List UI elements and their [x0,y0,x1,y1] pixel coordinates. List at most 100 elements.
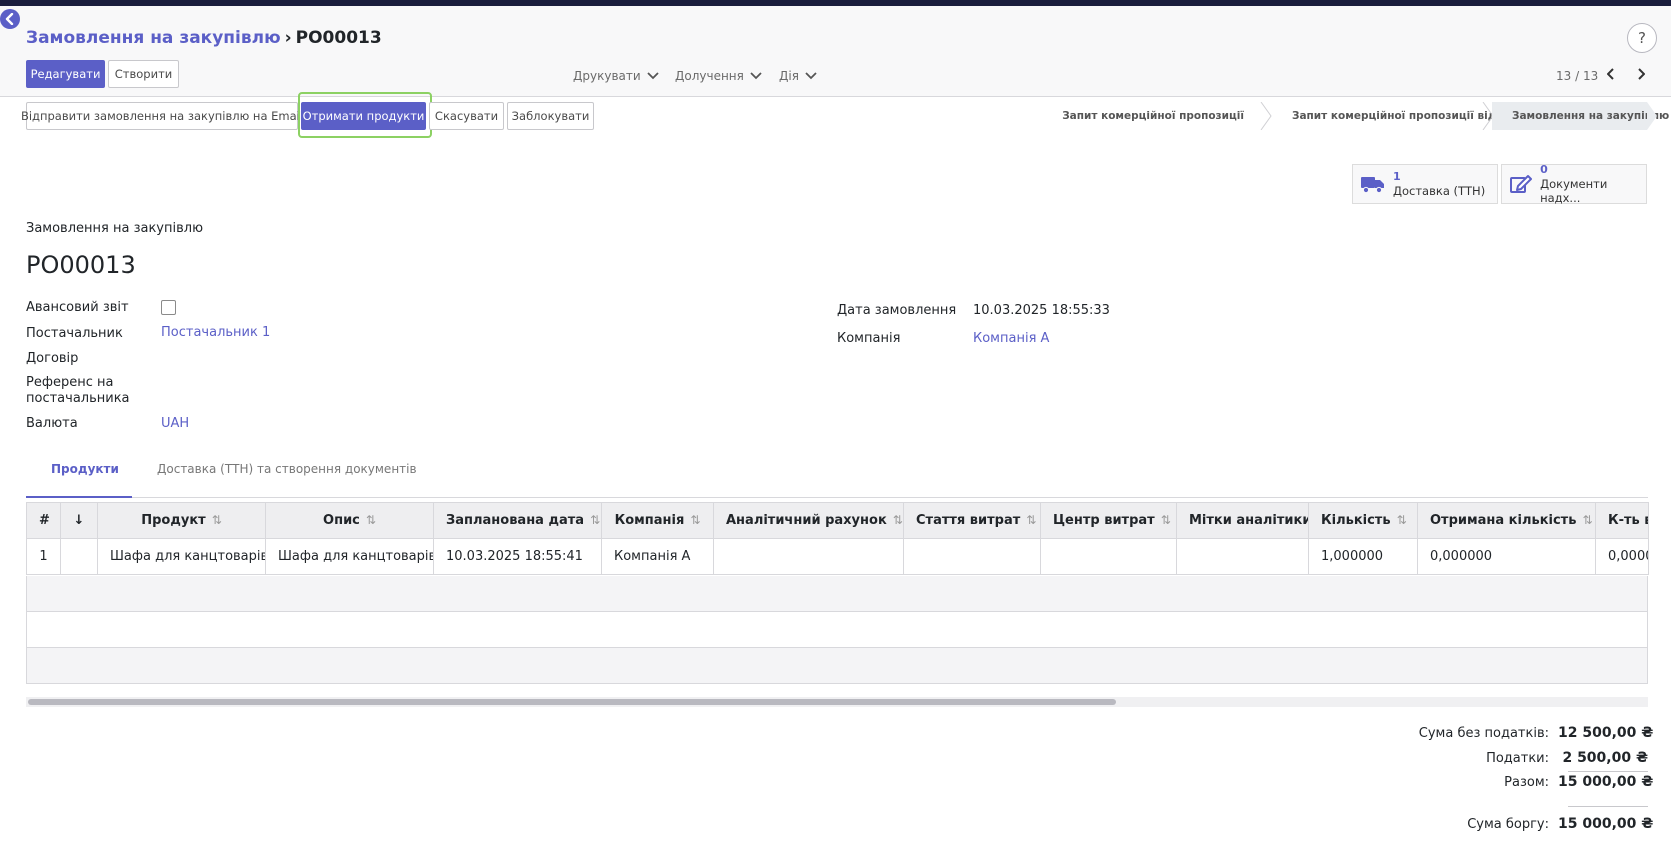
cell-quantity[interactable]: 1,000000 [1308,538,1418,575]
pager-previous-button[interactable] [1601,64,1621,84]
cell-company[interactable]: Компанія А [601,538,714,575]
cell-received-quantity[interactable]: 0,000000 [1417,538,1596,575]
column-header-company[interactable]: Компанія ⇅ [601,502,714,539]
stage-rfq-sent[interactable]: Запит комерційної пропозиції відправлено [1272,102,1554,130]
print-menu[interactable]: Друкувати [573,69,659,83]
attach-menu[interactable]: Долучення [675,69,762,83]
stage-separator-icon [1260,101,1272,131]
cancel-button[interactable]: Скасувати [429,102,504,130]
chevron-down-icon [647,72,659,80]
receipt-documents-count: 0 [1540,163,1548,176]
column-header-expense-item[interactable]: Стаття витрат ⇅ [903,502,1041,539]
send-email-button[interactable]: Відправити замовлення на закупівлю на Em… [21,102,303,130]
edit-icon [1502,174,1540,194]
sort-icon: ⇅ [1026,513,1037,527]
cell-number: 1 [26,538,61,575]
column-header-analytic-tags[interactable]: Мітки аналітики [1176,502,1309,539]
column-header-description[interactable]: Опис ⇅ [265,502,434,539]
order-lines-table: # ↓ Продукт ⇅ Опис ⇅ Запланована дата ⇅ Ком… [26,502,1649,575]
pager-next-button[interactable] [1631,64,1651,84]
sort-icon: ⇅ [590,513,601,527]
create-button[interactable]: Створити [108,60,179,88]
stage-purchase-order[interactable]: Замовлення на закупівлю [1492,102,1669,130]
vendor-link[interactable]: Постачальник 1 [161,325,270,340]
advance-report-label: Авансовий звіт [26,300,129,315]
cell-analytic-account[interactable] [713,538,904,575]
sort-icon: ⇅ [892,513,903,527]
total-label: Разом: [1504,775,1549,790]
order-date-label: Дата замовлення [837,303,957,318]
lock-button[interactable]: Заблокувати [507,102,594,130]
empty-table-row [26,648,1648,684]
breadcrumb: Замовлення на закупівлю › PO00013 [26,28,382,48]
tabs-divider [26,497,1648,498]
untaxed-amount-label: Сума без податків: [1418,726,1549,741]
cell-product[interactable]: Шафа для канцтоварів [97,538,266,575]
untaxed-amount-value: 12 500,00 ₴ [1558,725,1654,741]
column-header-analytic-account[interactable]: Аналітичний рахунок ⇅ [713,502,904,539]
attach-menu-label: Долучення [675,69,744,83]
table-row[interactable]: 1 Шафа для канцтоварів Шафа для канцтова… [26,538,1649,575]
advance-report-checkbox[interactable] [161,300,176,315]
column-header-cost-center[interactable]: Центр витрат ⇅ [1040,502,1177,539]
receive-products-button[interactable]: Отримати продукти [301,102,426,130]
truck-icon [1353,175,1393,193]
delivery-label: Доставка (ТТН) [1393,184,1486,198]
table-header-row: # ↓ Продукт ⇅ Опис ⇅ Запланована дата ⇅ Ком… [26,502,1649,539]
column-header-quantity[interactable]: Кількість ⇅ [1308,502,1418,539]
chevron-down-icon [805,72,817,80]
currency-link[interactable]: UAH [161,416,189,431]
vendor-reference-label-line2: постачальника [26,391,130,406]
tab-delivery[interactable]: Доставка (ТТН) та створення документів [157,462,417,476]
form-title: PO00013 [26,251,136,279]
action-menu[interactable]: Дія [779,69,817,83]
total-value: 15 000,00 ₴ [1558,774,1654,790]
column-header-product[interactable]: Продукт ⇅ [97,502,266,539]
column-header-received-quantity[interactable]: Отримана кількість ⇅ [1417,502,1596,539]
column-header-billed-quantity[interactable]: К-ть в [1595,502,1649,539]
amount-due-value: 15 000,00 ₴ [1558,816,1654,832]
cell-analytic-tags[interactable] [1176,538,1309,575]
vendor-reference-label: Референс на [26,375,114,390]
order-date-value[interactable]: 10.03.2025 18:55:33 [973,303,1110,318]
company-link[interactable]: Компанія А [973,331,1049,346]
cell-description[interactable]: Шафа для канцтоварів [265,538,434,575]
company-label: Компанія [837,331,901,346]
column-header-number: # [26,502,61,539]
chevron-right-icon [1638,68,1645,80]
chevron-down-icon [750,72,762,80]
stage-rfq-label: Запит комерційної пропозиції [1062,110,1244,122]
cell-expense-item[interactable] [903,538,1041,575]
breadcrumb-current: PO00013 [295,28,382,48]
form-subtitle: Замовлення на закупівлю [26,221,204,236]
sort-icon: ⇅ [1160,513,1171,527]
breadcrumb-parent-link[interactable]: Замовлення на закупівлю [26,28,281,48]
amount-due-divider [1568,806,1648,807]
delivery-smart-button[interactable]: 1 Доставка (ТТН) [1352,164,1498,204]
chevron-left-icon [1607,68,1614,80]
stage-rfq[interactable]: Запит комерційної пропозиції [1062,102,1260,130]
cell-billed-quantity[interactable]: 0,0000 [1595,538,1649,575]
column-header-planned-date[interactable]: Запланована дата ⇅ [433,502,602,539]
breadcrumb-separator-icon: › [284,28,292,48]
receipt-documents-label: Документи надх... [1540,177,1608,205]
amount-due-label: Сума боргу: [1467,817,1549,832]
edit-button[interactable]: Редагувати [26,60,105,88]
sort-icon: ⇅ [1396,513,1407,527]
chevron-left-icon [5,13,14,25]
cell-planned-date[interactable]: 10.03.2025 18:55:41 [433,538,602,575]
empty-table-row [26,612,1648,648]
delivery-count: 1 [1393,170,1401,183]
help-button[interactable]: ? [1627,23,1657,53]
horizontal-scrollbar-thumb[interactable] [28,699,1116,705]
row-drag-handle[interactable] [60,538,98,575]
taxes-value: 2 500,00 ₴ [1562,750,1648,766]
action-menu-label: Дія [779,69,799,83]
column-header-handle: ↓ [60,502,98,539]
receipt-documents-smart-button[interactable]: 0 Документи надх... [1501,163,1647,205]
back-button[interactable] [0,9,20,29]
tab-products[interactable]: Продукти [51,462,119,476]
stage-current-arrow-icon [1647,102,1657,130]
sort-icon: ⇅ [690,513,701,527]
cell-cost-center[interactable] [1040,538,1177,575]
